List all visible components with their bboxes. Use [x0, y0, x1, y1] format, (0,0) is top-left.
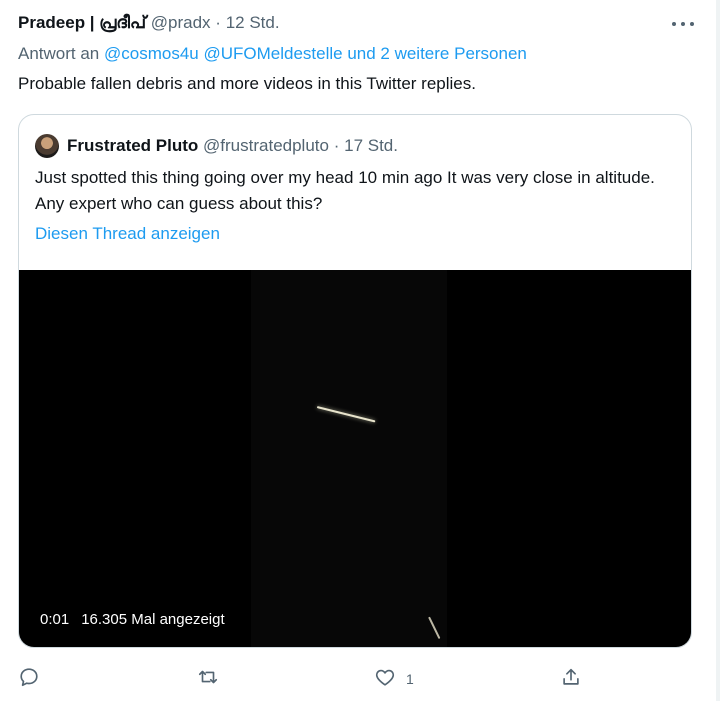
meta-separator: · [215, 13, 221, 32]
share-button[interactable] [560, 664, 582, 694]
retweet-button[interactable] [197, 664, 219, 694]
retweet-icon [197, 666, 219, 693]
quote-time[interactable]: 17 Std. [344, 136, 398, 156]
video-info: 0:01 16.305 Mal angezeigt [40, 611, 225, 628]
quote-header: Frustrated Pluto @frustratedpluto · 17 S… [35, 134, 398, 158]
author-handle[interactable]: @pradx [151, 13, 211, 32]
tweet-header: Pradeep | പ്രദീപ് @pradx · 12 Std. [18, 12, 280, 34]
video-timestamp: 0:01 [40, 611, 70, 628]
like-icon [374, 666, 396, 693]
quote-separator: · [333, 136, 340, 155]
like-button[interactable]: 1 [374, 664, 414, 694]
video-frame-panel [251, 270, 447, 647]
reply-button[interactable] [18, 664, 40, 694]
tweet-text: Probable fallen debris and more videos i… [18, 74, 476, 93]
video-player[interactable]: 0:01 16.305 Mal angezeigt [19, 270, 691, 647]
video-views: 16.305 Mal angezeigt [81, 611, 225, 628]
show-thread-link[interactable]: Diesen Thread anzeigen [35, 224, 220, 244]
tweet-time[interactable]: 12 Std. [226, 13, 280, 32]
like-count: 1 [406, 671, 414, 687]
quote-author-handle[interactable]: @frustratedpluto [203, 136, 329, 156]
quote-text: Just spotted this thing going over my he… [35, 168, 655, 213]
avatar[interactable] [35, 134, 59, 158]
reply-handles-link[interactable]: @cosmos4u @UFOMeldestelle und 2 weitere … [104, 44, 527, 63]
more-options-icon[interactable] [672, 14, 694, 34]
share-icon [560, 666, 582, 693]
window-edge [716, 0, 720, 701]
quote-author-name[interactable]: Frustrated Pluto [67, 136, 198, 156]
reply-prefix: Antwort an [18, 44, 100, 63]
action-bar: 1 [18, 664, 690, 694]
author-name[interactable]: Pradeep | പ്രദീപ് [18, 13, 146, 32]
quoted-tweet[interactable]: Frustrated Pluto @frustratedpluto · 17 S… [18, 114, 692, 648]
reply-icon [18, 666, 40, 693]
reply-context: Antwort an @cosmos4u @UFOMeldestelle und… [18, 43, 527, 65]
